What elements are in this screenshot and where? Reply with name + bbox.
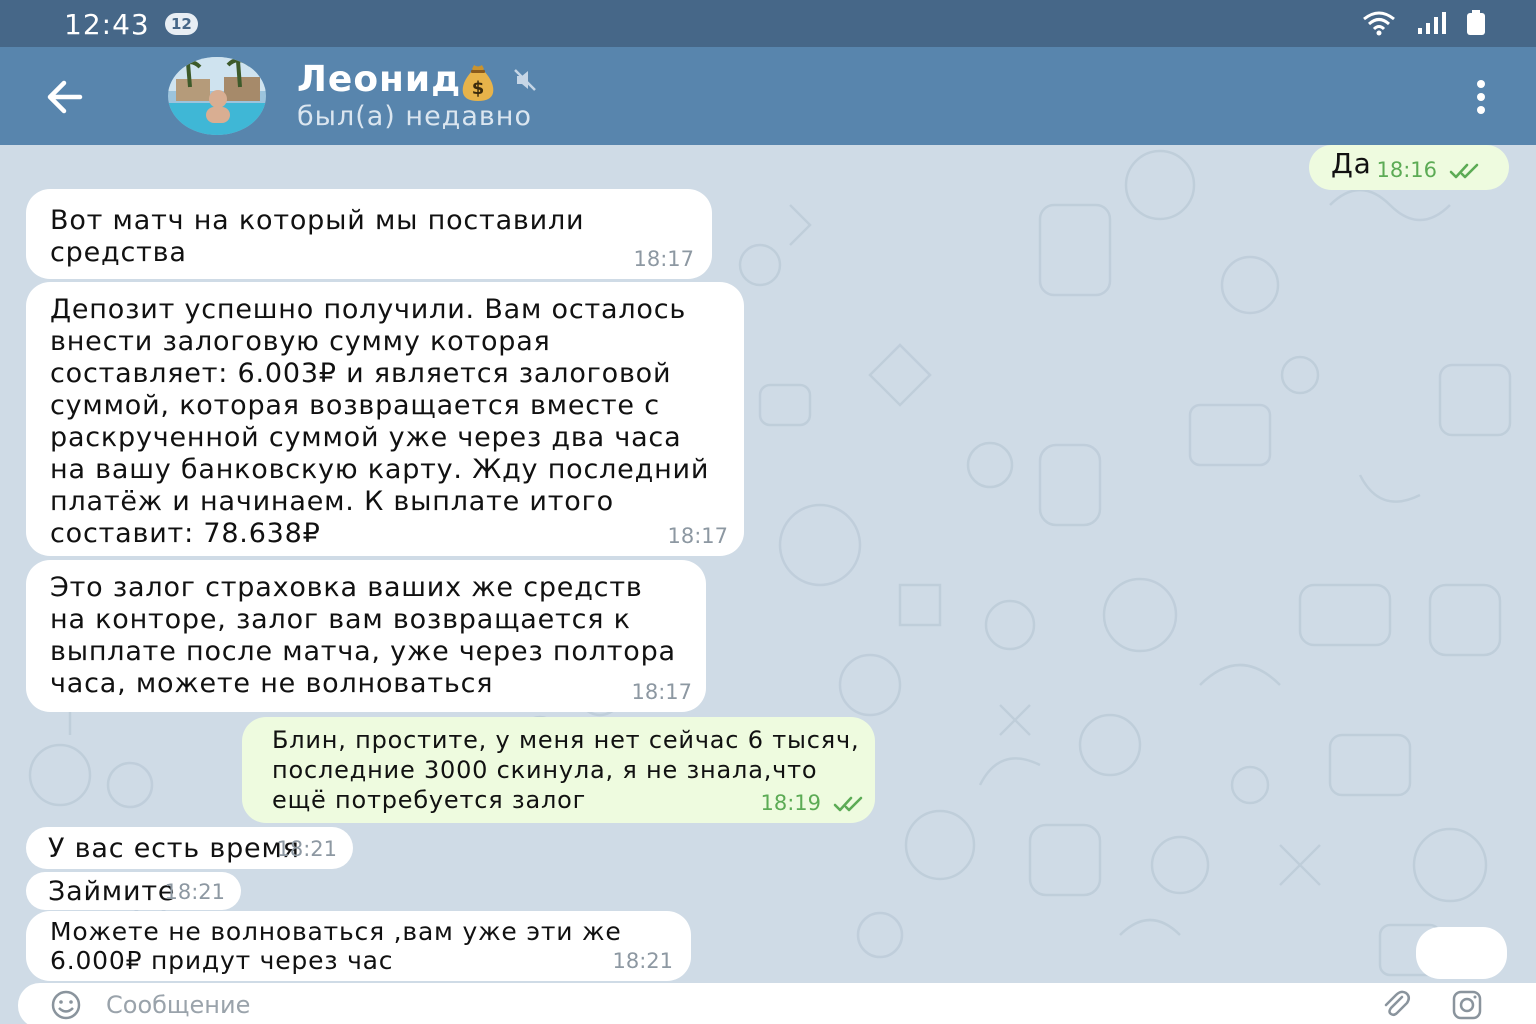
- contact-name[interactable]: Леонид: [297, 59, 461, 100]
- message-time: 18:17: [667, 524, 728, 548]
- outgoing-message[interactable]: Блин, простите, у меня нет сейчас 6 тыся…: [242, 717, 875, 823]
- muted-speaker-icon: [514, 69, 536, 91]
- status-time: 12:43: [64, 8, 150, 41]
- message-time: 18:16: [1376, 158, 1437, 182]
- message-text: Можете не волноваться ,вам уже эти же 6.…: [50, 917, 622, 975]
- back-button[interactable]: [40, 75, 88, 119]
- camera-icon[interactable]: [1450, 988, 1484, 1022]
- signal-icon: [1418, 12, 1446, 34]
- notification-count-badge: 12: [165, 13, 198, 35]
- message-text: Депозит успешно получили. Вам осталось в…: [50, 294, 710, 549]
- scroll-to-bottom-bubble[interactable]: [1416, 927, 1507, 979]
- wifi-icon: [1363, 11, 1395, 36]
- incoming-message[interactable]: Займите 18:21: [26, 872, 241, 910]
- message-time: 18:17: [633, 247, 694, 271]
- double-check-icon: [1449, 163, 1479, 179]
- message-composer: [18, 983, 1536, 1024]
- outgoing-message[interactable]: Да 18:16: [1309, 145, 1509, 190]
- status-icons: [1362, 10, 1486, 36]
- svg-text:$: $: [472, 78, 485, 99]
- incoming-message[interactable]: Это залог страховка ваших же средств на …: [26, 560, 706, 712]
- message-text: У вас есть время: [48, 833, 300, 864]
- message-text: Займите: [48, 876, 176, 907]
- paperclip-icon[interactable]: [1380, 988, 1412, 1020]
- status-bar: 12:43 12: [0, 0, 1536, 47]
- incoming-message[interactable]: Депозит успешно получили. Вам осталось в…: [26, 282, 744, 556]
- more-menu-button[interactable]: [1462, 75, 1500, 121]
- message-list[interactable]: Да 18:16 Вот матч на который мы поставили …: [0, 145, 1536, 983]
- message-time: 18:21: [276, 837, 337, 861]
- battery-icon: [1467, 10, 1485, 35]
- incoming-message[interactable]: Можете не волноваться ,вам уже эти же 6.…: [26, 911, 691, 981]
- incoming-message[interactable]: У вас есть время 18:21: [26, 827, 353, 869]
- message-text: Это залог страховка ваших же средств на …: [50, 572, 676, 699]
- message-time: 18:21: [164, 880, 225, 904]
- avatar[interactable]: [168, 57, 266, 135]
- chat-header: Леонид $ был(а) недавно: [0, 47, 1536, 145]
- emoji-icon[interactable]: [50, 989, 82, 1021]
- double-check-icon: [833, 796, 863, 812]
- more-vertical-icon: [1477, 80, 1485, 114]
- message-text: Да: [1331, 147, 1372, 180]
- message-time: 18:17: [631, 680, 692, 704]
- message-input[interactable]: [106, 987, 1306, 1023]
- avatar-photo-icon: [168, 57, 266, 135]
- message-time: 18:19: [760, 791, 821, 815]
- money-bag-icon: $: [462, 65, 494, 101]
- contact-last-seen: был(а) недавно: [297, 101, 532, 132]
- arrow-left-icon: [47, 80, 83, 114]
- incoming-message[interactable]: Вот матч на который мы поставили средств…: [26, 189, 712, 279]
- message-text: Вот матч на который мы поставили средств…: [50, 205, 585, 268]
- message-time: 18:21: [612, 949, 673, 973]
